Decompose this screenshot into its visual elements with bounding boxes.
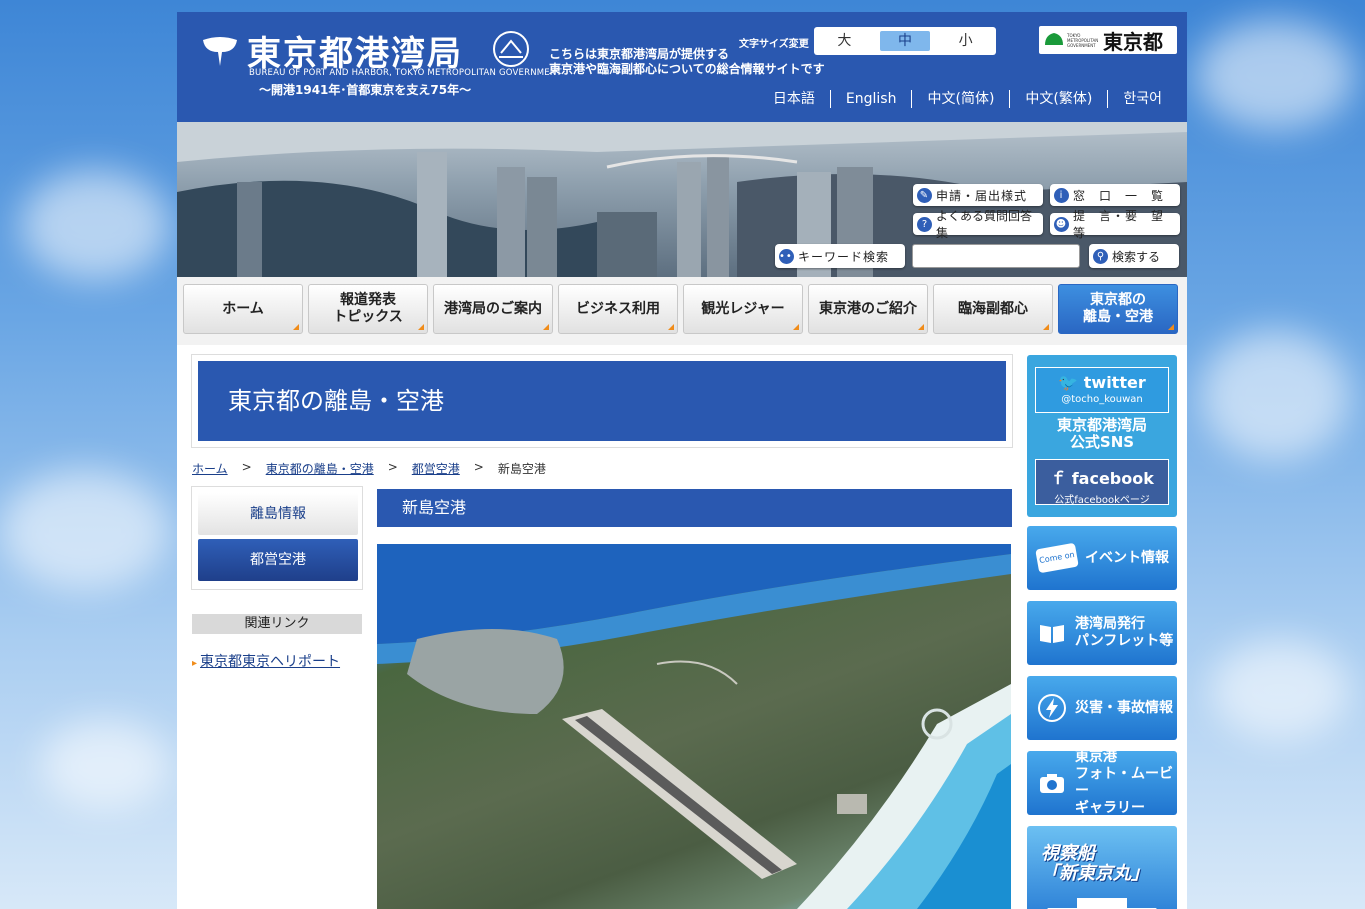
person-icon: ☻ — [1054, 216, 1069, 232]
forms-link[interactable]: ✎ 申請・届出様式 — [913, 184, 1043, 206]
keyword-search-input[interactable] — [912, 244, 1080, 268]
tokyo-metropolitan-logo[interactable]: TOKYO METROPOLITAN GOVERNMENT 東京都 — [1039, 26, 1177, 54]
facebook-icon: ｆ — [1050, 469, 1072, 488]
ship-icon — [1047, 898, 1157, 909]
metro-logo-small-text: TOKYO METROPOLITAN GOVERNMENT — [1067, 32, 1099, 48]
pamphlet-label: 港湾局発行 パンフレット等 — [1075, 616, 1174, 649]
nav-waterfront[interactable]: 臨海副都心 — [933, 284, 1053, 334]
pamphlet-button[interactable]: 港湾局発行 パンフレット等 — [1027, 601, 1177, 665]
tagline-line-2: 東京港や臨海副都心についての総合情報サイトです — [549, 62, 825, 76]
photo-movie-gallery-button[interactable]: 東京港 フォト・ムービー ギャラリー — [1027, 749, 1177, 816]
twitter-handle: @tocho_kouwan — [1061, 394, 1143, 405]
font-size-small-button[interactable]: 小 — [941, 31, 991, 51]
nav-business[interactable]: ビジネス利用 — [558, 284, 678, 334]
info-icon: i — [1054, 187, 1069, 203]
keyword-search-label: ••• キーワード検索 — [775, 244, 905, 268]
related-links-title: 関連リンク — [192, 614, 362, 634]
site-tagline: こちらは東京都港湾局が提供する 東京港や臨海副都心についての総合情報サイトです — [549, 47, 825, 77]
nav-press-topics[interactable]: 報道発表 トピックス — [308, 284, 428, 334]
search-icon: ⚲ — [1093, 248, 1108, 264]
page-title-frame: 東京都の離島・空港 — [191, 354, 1013, 448]
twitter-button[interactable]: 🐦 twitter @tocho_kouwan — [1035, 367, 1169, 413]
sns-title-line-2: 公式SNS — [1069, 433, 1135, 451]
lang-english-link[interactable]: English — [829, 90, 912, 108]
page-container: 東京都港湾局 BUREAU OF PORT AND HARBOR, TOKYO … — [177, 12, 1187, 909]
pen-icon: ✎ — [917, 187, 932, 203]
inspection-ship-banner[interactable]: 視察船 「新東京丸」 — [1027, 826, 1177, 909]
language-bar: 日本語 English 中文(简体) 中文(繁体) 한국어 — [758, 90, 1177, 108]
disaster-info-button[interactable]: 災害・事故情報 — [1027, 676, 1177, 740]
logo-english-name: BUREAU OF PORT AND HARBOR, TOKYO METROPO… — [249, 68, 562, 78]
local-nav: 離島情報 都営空港 — [191, 486, 363, 590]
font-size-large-button[interactable]: 大 — [819, 31, 869, 51]
twitter-bird-icon: 🐦 — [1058, 373, 1084, 392]
section-heading: 新島空港 — [377, 489, 1012, 527]
ginkgo-logo-icon — [203, 37, 237, 66]
page-title: 東京都の離島・空港 — [198, 361, 1006, 441]
windows-list-link[interactable]: i窓 口 一 覧 — [1050, 184, 1180, 206]
lightning-icon — [1038, 694, 1066, 722]
global-nav: ホーム 報道発表 トピックス 港湾局のご案内 ビジネス利用 観光レジャー 東京港… — [177, 277, 1187, 345]
related-link-heliport[interactable]: 東京都東京ヘリポート — [192, 651, 340, 671]
breadcrumb-islands-link[interactable]: 東京都の離島・空港 — [266, 460, 374, 477]
nav-tokyo-port[interactable]: 東京港のご紹介 — [808, 284, 928, 334]
breadcrumb-separator: > — [473, 460, 484, 474]
nav-home[interactable]: ホーム — [183, 284, 303, 334]
lang-chinese-simplified-link[interactable]: 中文(简体) — [911, 90, 1009, 108]
font-size-medium-button[interactable]: 中 — [879, 31, 930, 51]
disaster-info-label: 災害・事故情報 — [1075, 699, 1173, 716]
gallery-label: 東京港 フォト・ムービー ギャラリー — [1075, 749, 1173, 816]
lang-korean-link[interactable]: 한국어 — [1107, 90, 1177, 108]
question-icon: ? — [917, 216, 932, 232]
logo-subtitle: 〜開港1941年･首都東京を支え75年〜 — [259, 83, 472, 97]
breadcrumb: ホーム > 東京都の離島・空港 > 都営空港 > 新島空港 — [192, 460, 546, 477]
breadcrumb-airports-link[interactable]: 都営空港 — [412, 460, 460, 477]
breadcrumb-separator: > — [387, 460, 398, 474]
local-nav-islands[interactable]: 離島情報 — [198, 493, 358, 535]
event-info-label: イベント情報 — [1085, 549, 1169, 566]
bureau-emblem-icon — [493, 31, 529, 67]
niijima-airport-aerial-photo — [377, 544, 1011, 909]
come-on-badge-icon: Come on — [1035, 542, 1079, 574]
tokyo-gov-symbol-icon — [1045, 33, 1063, 45]
font-size-switcher: 大 中 小 — [814, 27, 996, 55]
event-info-button[interactable]: Come on イベント情報 — [1027, 526, 1177, 590]
aerial-photo-drawing — [377, 544, 1011, 909]
nav-islands-airports[interactable]: 東京都の 離島・空港 — [1058, 284, 1178, 334]
metro-logo-text: 東京都 — [1103, 29, 1163, 54]
nav-bureau-guide[interactable]: 港湾局のご案内 — [433, 284, 553, 334]
local-nav-airports[interactable]: 都営空港 — [198, 539, 358, 581]
proposals-link[interactable]: ☻ 提 言・要 望 等 — [1050, 209, 1180, 240]
breadcrumb-current: 新島空港 — [497, 462, 546, 476]
faq-link[interactable]: ? よくある質問回答集 — [913, 209, 1043, 240]
sns-title-line-1: 東京都港湾局 — [1056, 416, 1147, 434]
site-header: 東京都港湾局 BUREAU OF PORT AND HARBOR, TOKYO … — [177, 12, 1187, 122]
font-size-label: 文字サイズ変更 — [739, 39, 809, 50]
search-button[interactable]: ⚲ 検索する — [1089, 244, 1179, 268]
lang-japanese-link[interactable]: 日本語 — [758, 90, 830, 108]
breadcrumb-home-link[interactable]: ホーム — [192, 460, 228, 477]
book-icon — [1040, 625, 1064, 643]
facebook-button[interactable]: ｆ facebook 公式facebookページ — [1035, 459, 1169, 506]
nav-tourism-leisure[interactable]: 観光レジャー — [683, 284, 803, 334]
sns-title: 東京都港湾局 公式SNS — [1027, 417, 1177, 451]
lang-chinese-traditional-link[interactable]: 中文(繁体) — [1009, 90, 1107, 108]
facebook-subtitle: 公式facebookページ — [1054, 495, 1150, 506]
dots-icon: ••• — [779, 248, 800, 264]
sns-panel: 🐦 twitter @tocho_kouwan 東京都港湾局 公式SNS ｆ f… — [1027, 355, 1177, 517]
hero-banner: ✎ 申請・届出様式 i窓 口 一 覧 ? よくある質問回答集 ☻ 提 言・要 望 等 … — [177, 122, 1187, 277]
camera-icon — [1040, 774, 1064, 793]
breadcrumb-separator: > — [241, 460, 252, 474]
